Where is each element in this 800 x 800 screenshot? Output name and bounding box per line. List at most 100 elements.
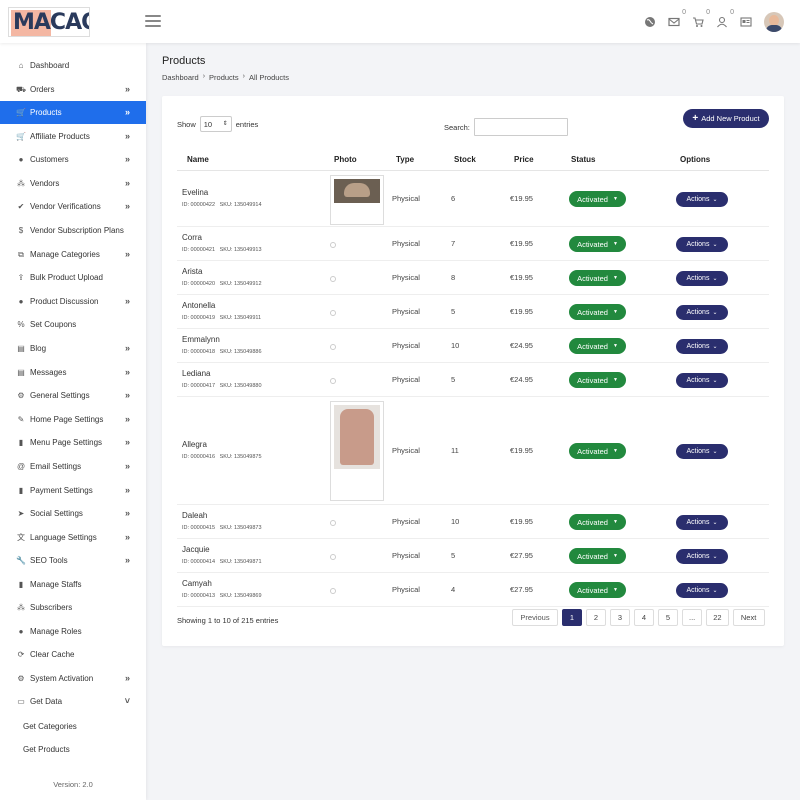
status-dropdown[interactable]: Activated ▼ — [569, 582, 626, 598]
actions-button[interactable]: Actions ⌄ — [676, 549, 728, 564]
sidebar-item-label: Vendor Subscription Plans — [30, 226, 124, 235]
actions-button[interactable]: Actions ⌄ — [676, 271, 728, 286]
sidebar-item-manage-categories[interactable]: ⧉ Manage Categories » — [0, 243, 146, 266]
product-name[interactable]: Emmalynn — [182, 335, 220, 344]
sidebar-item-products[interactable]: 🛒 Products » — [0, 101, 146, 124]
sidebar-item-set-coupons[interactable]: % Set Coupons — [0, 313, 146, 336]
product-name[interactable]: Antonella — [182, 301, 215, 310]
product-name[interactable]: Allegra — [182, 440, 207, 449]
sidebar-subitem-get-categories[interactable]: Get Categories — [0, 715, 146, 738]
product-type: Physical — [392, 341, 420, 350]
sidebar-item-blog[interactable]: ▤ Blog » — [0, 337, 146, 360]
chevron-double-right-icon: » — [124, 508, 130, 518]
sidebar-subitem-get-products[interactable]: Get Products — [0, 738, 146, 761]
column-price[interactable]: Price — [514, 155, 534, 164]
sidebar-item-label: Language Settings — [30, 533, 97, 542]
page-button-2[interactable]: 2 — [586, 609, 606, 626]
status-dropdown[interactable]: Activated ▼ — [569, 191, 626, 207]
column-type[interactable]: Type — [396, 155, 414, 164]
envelope-icon[interactable]: 0 — [668, 9, 686, 28]
page-button-22[interactable]: 22 — [706, 609, 729, 626]
page-button-previous[interactable]: Previous — [512, 609, 558, 626]
status-dropdown[interactable]: Activated ▼ — [569, 304, 626, 320]
page-button-4[interactable]: 4 — [634, 609, 654, 626]
sidebar-item-home-page-settings[interactable]: ✎ Home Page Settings » — [0, 408, 146, 431]
user-icon[interactable]: 0 — [716, 9, 734, 28]
product-name[interactable]: Evelina — [182, 188, 208, 197]
page-button-5[interactable]: 5 — [658, 609, 678, 626]
product-name[interactable]: Lediana — [182, 369, 210, 378]
status-dropdown[interactable]: Activated ▼ — [569, 548, 626, 564]
page-button-1[interactable]: 1 — [562, 609, 582, 626]
breadcrumb-all-products[interactable]: All Products — [249, 73, 289, 82]
status-dropdown[interactable]: Activated ▼ — [569, 270, 626, 286]
add-new-product-button[interactable]: + Add New Product — [683, 109, 769, 128]
column-options[interactable]: Options — [680, 155, 710, 164]
sidebar-item-affiliate-products[interactable]: 🛒 Affiliate Products » — [0, 125, 146, 148]
sidebar-item-product-discussion[interactable]: ● Product Discussion » — [0, 290, 146, 313]
sidebar-item-menu-page-settings[interactable]: ▮ Menu Page Settings » — [0, 431, 146, 454]
sidebar-item-dashboard[interactable]: ⌂ Dashboard — [0, 54, 146, 77]
breadcrumb-dashboard[interactable]: Dashboard — [162, 73, 199, 82]
sidebar-item-get-data[interactable]: ▭ Get Data ˅ — [0, 690, 146, 713]
status-dropdown[interactable]: Activated ▼ — [569, 236, 626, 252]
status-dropdown[interactable]: Activated ▼ — [569, 372, 626, 388]
chevron-double-right-icon: » — [124, 131, 130, 141]
column-name[interactable]: Name — [187, 155, 209, 164]
column-photo[interactable]: Photo — [334, 155, 357, 164]
product-sku: SKU: 135049911 — [219, 315, 262, 321]
actions-button[interactable]: Actions ⌄ — [676, 583, 728, 598]
product-name[interactable]: Jacquie — [182, 545, 210, 554]
sidebar-item-language-settings[interactable]: 文 Language Settings » — [0, 526, 146, 549]
sidebar-item-vendor-subscription-plans[interactable]: $ Vendor Subscription Plans — [0, 219, 146, 242]
cart-icon[interactable]: 0 — [692, 9, 710, 28]
status-dropdown[interactable]: Activated ▼ — [569, 338, 626, 354]
page-button-next[interactable]: Next — [732, 609, 765, 626]
sidebar-item-label: Product Discussion — [30, 297, 99, 306]
actions-button[interactable]: Actions ⌄ — [676, 373, 728, 388]
actions-button[interactable]: Actions ⌄ — [676, 305, 728, 320]
product-name[interactable]: Arista — [182, 267, 202, 276]
sidebar-item-vendors[interactable]: ⁂ Vendors » — [0, 172, 146, 195]
sidebar-item-email-settings[interactable]: @ Email Settings » — [0, 455, 146, 478]
logo[interactable]: MACAO — [8, 7, 90, 37]
chevron-double-right-icon: » — [124, 485, 130, 495]
menu-toggle-icon[interactable] — [145, 15, 161, 28]
sidebar-item-seo-tools[interactable]: 🔧 SEO Tools » — [0, 549, 146, 572]
globe-icon[interactable] — [644, 16, 656, 28]
sidebar-item-system-activation[interactable]: ⚙ System Activation » — [0, 667, 146, 690]
product-name[interactable]: Corra — [182, 233, 202, 242]
column-status[interactable]: Status — [571, 155, 595, 164]
sidebar-item-payment-settings[interactable]: ▮ Payment Settings » — [0, 479, 146, 502]
column-stock[interactable]: Stock — [454, 155, 476, 164]
avatar[interactable] — [764, 12, 784, 32]
sidebar-subitem-label: Get Categories — [23, 722, 77, 731]
page-button-3[interactable]: 3 — [610, 609, 630, 626]
sidebar-item-customers[interactable]: ● Customers » — [0, 148, 146, 171]
actions-button[interactable]: Actions ⌄ — [676, 237, 728, 252]
sidebar-item-clear-cache[interactable]: ⟳ Clear Cache — [0, 643, 146, 666]
sidebar-item-vendor-verifications[interactable]: ✔ Vendor Verifications » — [0, 195, 146, 218]
sidebar-item-orders[interactable]: ⛟ Orders » — [0, 78, 146, 101]
caret-down-icon: ▼ — [612, 519, 618, 525]
sidebar-item-messages[interactable]: ▤ Messages » — [0, 361, 146, 384]
sidebar-item-manage-staffs[interactable]: ▮ Manage Staffs — [0, 573, 146, 596]
newspaper-icon[interactable] — [740, 16, 752, 28]
sidebar-item-manage-roles[interactable]: ● Manage Roles — [0, 620, 146, 643]
breadcrumb-products[interactable]: Products — [209, 73, 239, 82]
sidebar-item-social-settings[interactable]: ➤ Social Settings » — [0, 502, 146, 525]
actions-button[interactable]: Actions ⌄ — [676, 339, 728, 354]
actions-button[interactable]: Actions ⌄ — [676, 515, 728, 530]
product-name[interactable]: Camyah — [182, 579, 212, 588]
entries-select[interactable]: 10 ⇕ — [199, 116, 232, 132]
sidebar-item-general-settings[interactable]: ⚙ General Settings » — [0, 384, 146, 407]
actions-button[interactable]: Actions ⌄ — [676, 444, 728, 459]
product-meta: ID: 00000414 SKU: 135049871 — [182, 559, 262, 565]
sidebar-item-subscribers[interactable]: ⁂ Subscribers — [0, 596, 146, 619]
status-dropdown[interactable]: Activated ▼ — [569, 514, 626, 530]
sidebar-item-bulk-product-upload[interactable]: ⇪ Bulk Product Upload — [0, 266, 146, 289]
actions-button[interactable]: Actions ⌄ — [676, 192, 728, 207]
search-input[interactable] — [473, 118, 568, 136]
product-name[interactable]: Daleah — [182, 511, 207, 520]
status-dropdown[interactable]: Activated ▼ — [569, 443, 626, 459]
